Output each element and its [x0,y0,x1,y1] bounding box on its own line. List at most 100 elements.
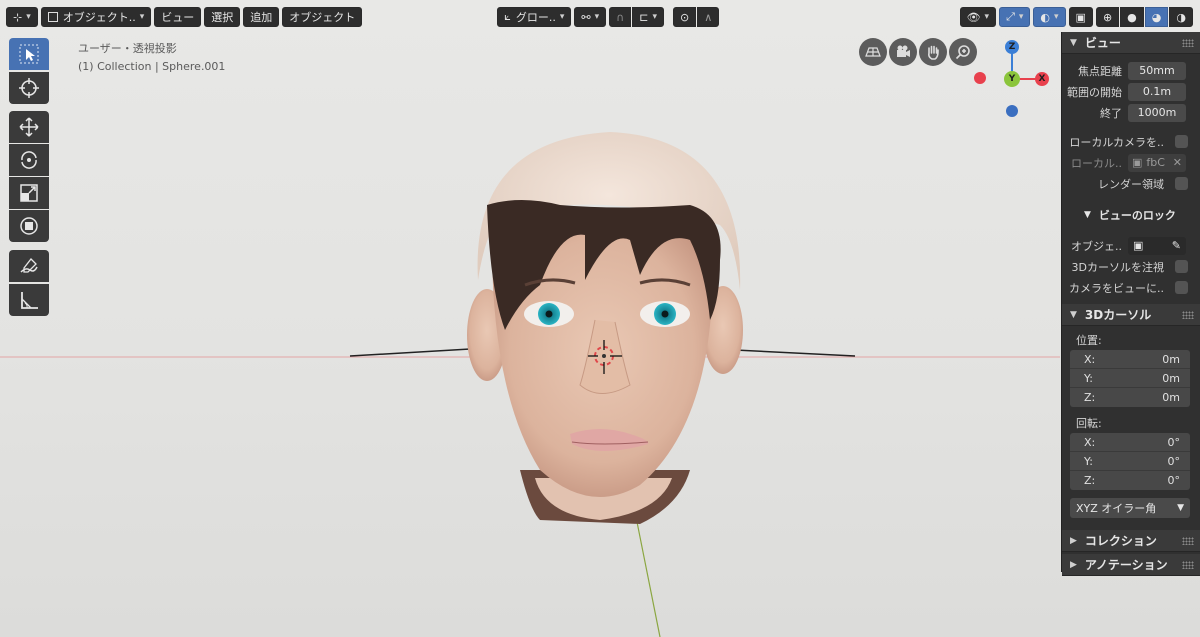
transform-orientation-selector[interactable]: ⟀ グロー.. ▾ [497,7,572,27]
clip-end-label: 終了 [1100,106,1122,120]
3d-cursor-icon [19,78,39,98]
drag-handle-icon[interactable] [1182,39,1194,47]
proportional-edit-icon: ⊙ [679,10,690,24]
axis-value: 0° [1167,474,1181,487]
collection-section-header[interactable]: ▶ コレクション [1062,530,1200,552]
pivot-point-selector[interactable]: ⚯ ▾ [574,7,607,27]
gizmo-y-axis[interactable]: Y [1004,71,1020,87]
eyedropper-icon[interactable]: ✎ [1172,239,1181,252]
falloff-icon: ∧ [704,10,713,24]
material-shading-button[interactable]: ◕ [1144,7,1169,27]
cursor-location-y-field[interactable]: Y: 0m [1070,369,1190,388]
orientation-label: グロー.. [515,11,556,24]
select-box-tool[interactable] [9,38,49,70]
proportional-edit-toggle[interactable]: ⊙ [672,7,697,27]
gizmo-neg-z-axis[interactable] [1006,105,1018,117]
overlay-toggle[interactable]: ◐ ▾ [1033,7,1066,27]
gizmo-x-axis[interactable]: X [1035,72,1049,86]
transform-tool[interactable] [9,210,49,242]
scale-icon [20,184,38,202]
camera-view-icon[interactable] [889,38,917,66]
proportional-falloff-selector[interactable]: ∧ [697,7,720,27]
visibility-selector[interactable]: 👁 ▾ [959,7,997,27]
camera-to-view-label: カメラをビューに.. [1069,281,1164,295]
rotate-icon [21,151,37,169]
render-region-checkbox[interactable] [1175,177,1188,190]
annotate-pen-icon [20,258,38,273]
view-section-header[interactable]: ▼ ビュー [1062,32,1200,54]
gizmo-toggle[interactable]: ⤢ ▾ [999,7,1031,27]
rendered-shading-button[interactable]: ◑ [1169,7,1193,27]
mesh-edge-left [349,348,471,357]
axis-label: X: [1084,352,1096,366]
cursor-tool[interactable] [9,72,49,104]
xray-icon: ▣ [1075,10,1086,24]
local-camera-object-field[interactable]: ▣ fbC ✕ [1128,153,1186,172]
eye-icon: 👁 [966,10,981,24]
head-model [467,132,743,524]
measure-tool[interactable] [9,284,49,316]
lock-to-cursor-checkbox[interactable] [1175,260,1188,273]
snap-toggle[interactable]: ∩ [609,7,632,27]
menu-add[interactable]: 追加 [243,7,280,27]
gizmo-z-axis[interactable]: Z [1005,40,1019,54]
solid-sphere-icon: ● [1127,10,1137,24]
local-camera-label: ローカルカメラを.. [1069,135,1164,149]
mode-selector[interactable]: オブジェクト.. ▾ [40,7,152,27]
camera-to-view-checkbox[interactable] [1175,281,1188,294]
annotate-tool[interactable] [9,250,49,282]
menu-object[interactable]: オブジェクト [282,7,363,27]
solid-shading-button[interactable]: ● [1120,7,1144,27]
cursor-rotation-z-field[interactable]: Z: 0° [1070,471,1190,490]
drag-handle-icon[interactable] [1182,537,1194,545]
local-camera-checkbox[interactable] [1175,135,1188,148]
expand-arrow-icon: ▼ [1084,209,1091,220]
cursor-location-x-field[interactable]: X: 0m [1070,350,1190,369]
rotation-mode-dropdown[interactable]: XYZ オイラー角 ▼ [1070,498,1190,518]
drag-handle-icon[interactable] [1182,561,1194,569]
cursor-select-icon [19,44,39,64]
view-lock-subheader[interactable]: ▼ ビューのロック [1062,204,1200,225]
overlay-icon: ◐ [1040,10,1051,24]
gizmo-neg-x-axis[interactable] [974,72,986,84]
scale-tool[interactable] [9,177,49,209]
menu-select[interactable]: 選択 [204,7,241,27]
transform-icon [20,217,38,235]
menu-view[interactable]: ビュー [154,7,202,27]
object-mode-icon [47,12,58,22]
annotation-section-header[interactable]: ▶ アノテーション [1062,554,1200,576]
expand-arrow-icon: ▼ [1070,37,1077,48]
3d-viewport[interactable]: ユーザー・透視投影 (1) Collection | Sphere.001 Z … [0,0,1200,637]
lock-object-label: オブジェ.. [1071,239,1122,253]
axis-label: Z: [1084,474,1096,487]
drag-handle-icon[interactable] [1182,311,1194,319]
sidebar-panel: ▼ ビュー 焦点距離 50mm 範囲の開始 0.1m 終了 1000m ローカル… [1061,32,1200,576]
lock-to-cursor-label: 3Dカーソルを注視 [1071,260,1164,274]
move-tool[interactable] [9,111,49,143]
wireframe-shading-button[interactable]: ⊕ [1095,7,1120,27]
rotate-tool[interactable] [9,144,49,176]
cursor-rotation-x-field[interactable]: X: 0° [1070,433,1190,452]
lock-object-field[interactable]: ▣ ✎ [1128,236,1186,255]
cursor-location-z-field[interactable]: Z: 0m [1070,388,1190,407]
xray-toggle[interactable]: ▣ [1068,7,1093,27]
cursor-rotation-y-field[interactable]: Y: 0° [1070,452,1190,471]
axis-label: Y: [1084,454,1093,468]
clip-start-field[interactable]: 0.1m [1128,82,1186,101]
clip-end-field[interactable]: 1000m [1128,103,1186,122]
3d-cursor-section-title: 3Dカーソル [1084,308,1152,322]
wireframe-icon: ⊕ [1102,10,1113,24]
editor-type-button[interactable]: ⊹ ▾ [6,7,38,27]
material-sphere-icon: ◕ [1151,10,1162,24]
3d-cursor-section-header[interactable]: ▼ 3Dカーソル [1062,304,1200,326]
snap-target-icon: ⊏ [639,10,649,24]
axis-label: X: [1084,435,1096,449]
snap-target-selector[interactable]: ⊏ ▾ [632,7,664,27]
focal-length-field[interactable]: 50mm [1128,61,1186,80]
clear-icon[interactable]: ✕ [1173,156,1182,169]
mesh-edge-right [734,349,856,357]
chevron-down-icon: ▼ [1177,503,1184,513]
pan-hand-icon[interactable] [919,38,947,66]
toggle-camera-view-grid-icon[interactable] [859,38,887,66]
rotation-mode-value: XYZ オイラー角 [1076,502,1157,515]
